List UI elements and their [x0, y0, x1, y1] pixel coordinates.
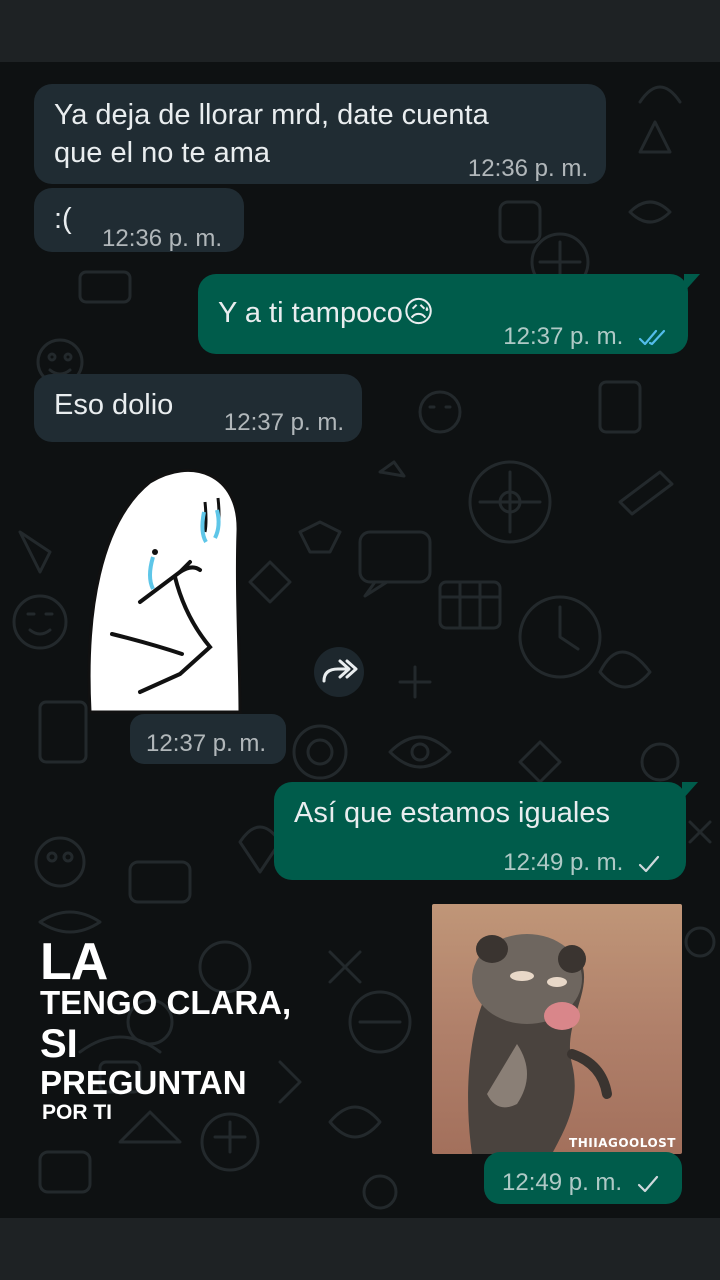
possum-gif-image: [468, 934, 612, 1154]
caption-line: TENGO CLARA,: [40, 984, 292, 1021]
gif-time-pill: 12:49 p. m.: [484, 1152, 682, 1204]
sticker-time-pill: 12:37 p. m.: [130, 714, 286, 764]
outgoing-message[interactable]: Así que estamos iguales 12:49 p. m.: [274, 782, 686, 880]
single-check-icon: [638, 855, 660, 872]
forward-button[interactable]: [314, 647, 364, 697]
message-time-text: 12:49 p. m.: [502, 1169, 623, 1196]
caption-line: LA: [40, 933, 108, 991]
message-text: Así que estamos iguales: [294, 797, 610, 829]
incoming-message[interactable]: Eso dolio 12:37 p. m.: [34, 374, 362, 442]
message-text: que el no te ama: [54, 137, 271, 169]
message-text: Ya deja de llorar mrd, date cuenta: [54, 99, 489, 131]
message-text: :(: [54, 203, 72, 235]
navigation-bar: [0, 1218, 720, 1280]
message-time: 12:37 p. m.: [146, 730, 267, 757]
sad-sweat-emoji: 😥: [402, 295, 435, 330]
message-time: 12:37 p. m.: [223, 409, 344, 436]
message-time: 12:49 p. m.: [502, 1164, 659, 1202]
sticker-message[interactable]: [80, 462, 250, 714]
chat-area[interactable]: Ya deja de llorar mrd, date cuenta que e…: [0, 62, 720, 1218]
single-check-icon: [637, 1175, 658, 1192]
caption-line: POR TI: [42, 1101, 113, 1124]
message-text-body: Y a ti tampoco: [218, 297, 403, 329]
message-text: Eso dolio: [54, 389, 174, 421]
message-time: 12:49 p. m.: [503, 844, 660, 882]
message-time-text: 12:49 p. m.: [503, 849, 624, 876]
status-bar: [0, 0, 720, 62]
gif-watermark: THIIAGOOLOST: [569, 1136, 676, 1150]
message-time: 12:36 p. m.: [467, 155, 588, 182]
incoming-message[interactable]: :( 12:36 p. m.: [34, 188, 244, 252]
double-check-icon: [638, 329, 666, 345]
forward-icon: [322, 659, 358, 683]
outgoing-message[interactable]: Y a ti tampoco😥 12:37 p. m.: [198, 274, 688, 354]
caption-line: PREGUNTAN: [40, 1064, 247, 1101]
crying-ghost-sticker: [87, 468, 242, 714]
gif-message[interactable]: THIIAGOOLOST: [432, 904, 682, 1154]
caption-line: SI: [40, 1022, 78, 1066]
message-time-text: 12:37 p. m.: [503, 323, 624, 350]
incoming-message[interactable]: Ya deja de llorar mrd, date cuenta que e…: [34, 84, 606, 184]
message-time: 12:36 p. m.: [102, 225, 223, 252]
message-time: 12:37 p. m.: [503, 318, 670, 356]
message-text: Y a ti tampoco😥: [218, 294, 434, 332]
